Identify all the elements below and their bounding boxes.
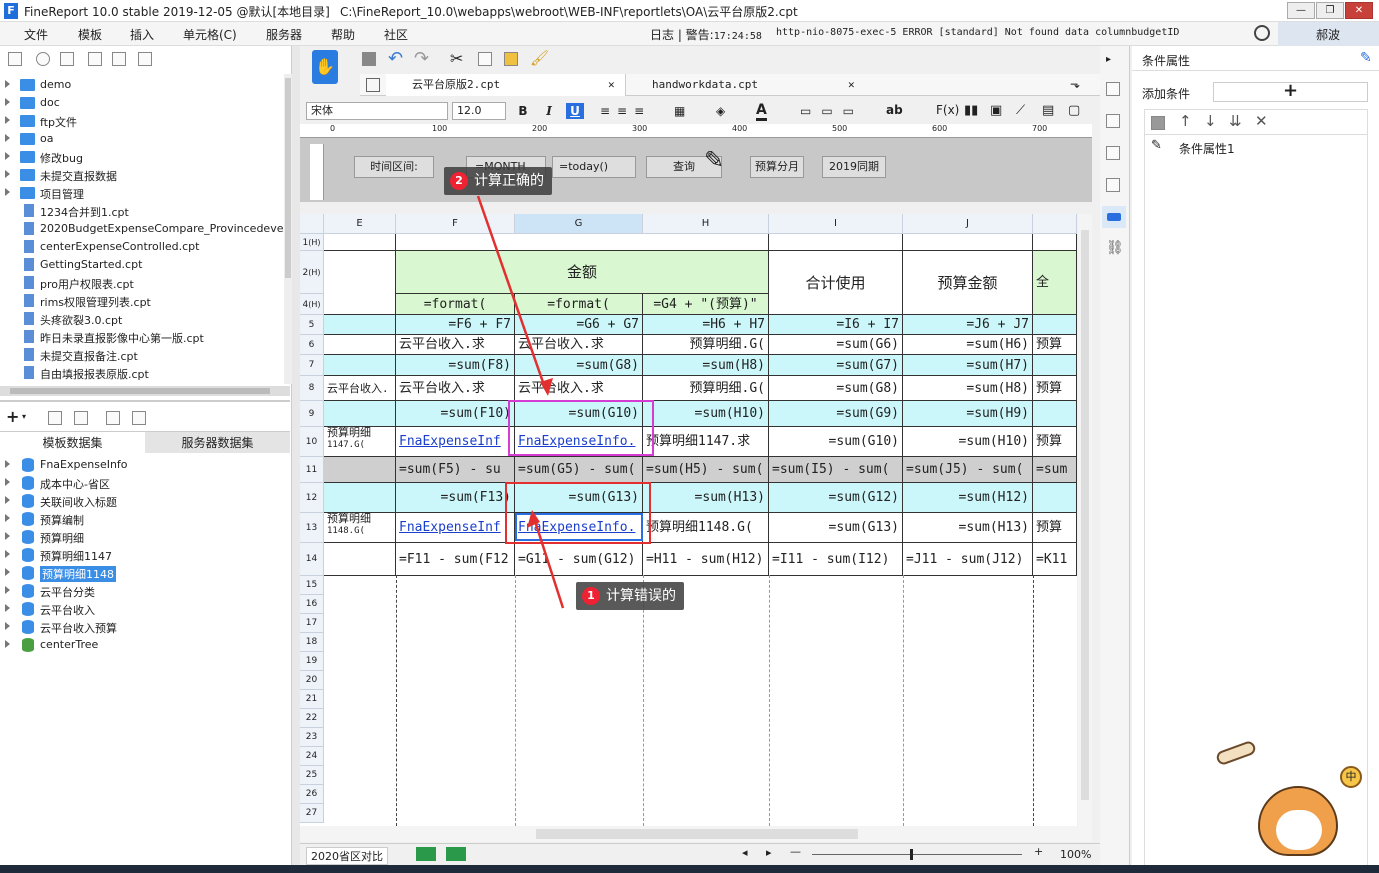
zoom-handle[interactable] — [910, 849, 913, 860]
remove-condition-icon[interactable]: ✕ — [1255, 112, 1268, 130]
arrow-line-wrong — [532, 517, 565, 609]
zoom-in-icon[interactable]: + — [1034, 845, 1043, 858]
cell-attr-icon[interactable] — [1106, 82, 1120, 96]
edit-pen-icon[interactable]: ✎ — [1360, 50, 1372, 66]
sticker-badge: 中 — [1340, 766, 1362, 788]
condition-edit-icon: ✎ — [1151, 138, 1162, 153]
os-taskbar — [0, 865, 1379, 873]
zoom-level: 100% — [1060, 848, 1092, 861]
zoom-slider[interactable] — [812, 854, 1022, 855]
copy-condition-icon[interactable] — [1151, 116, 1165, 130]
move-up-icon[interactable]: ↑ — [1179, 112, 1192, 130]
link-icon[interactable]: ⛓ — [1106, 240, 1124, 256]
add-condition-button[interactable]: + — [1213, 82, 1368, 102]
condition-panel: 条件属性 ✎ 添加条件 + ↑ ↓ ⇊ ✕ ✎ 条件属性1 中 — [1132, 46, 1379, 873]
style-icon[interactable] — [1106, 146, 1120, 160]
move-bottom-icon[interactable]: ⇊ — [1229, 112, 1242, 130]
arrow-line-correct — [476, 195, 547, 389]
add-sheet-icon[interactable] — [416, 847, 436, 861]
page-left-icon[interactable]: ◂ — [742, 846, 748, 859]
panel-title: 条件属性 — [1142, 54, 1191, 68]
add-poly-sheet-icon[interactable] — [446, 847, 466, 861]
page-right-icon[interactable]: ▸ — [766, 846, 772, 859]
annotation-correct: 2 计算正确的 — [444, 167, 552, 195]
collapse-icon[interactable]: ▸ — [1106, 54, 1111, 65]
condition-attr-tab[interactable] — [1102, 206, 1126, 228]
widget-icon[interactable] — [1106, 114, 1120, 128]
annotation-wrong: 1 计算错误的 — [576, 582, 684, 610]
arrow-head-wrong — [527, 510, 540, 528]
condition-item[interactable]: ✎ 条件属性1 — [1145, 136, 1367, 158]
dropdown-icon[interactable] — [1106, 178, 1120, 192]
status-bar: 2020省区对比 ◂ ▸ — + 100% — [300, 843, 1100, 865]
corgi-sticker: 中 — [1214, 739, 1364, 871]
sheet-tab[interactable]: 2020省区对比 — [306, 847, 388, 865]
move-down-icon[interactable]: ↓ — [1204, 112, 1217, 130]
add-condition-label: 添加条件 — [1142, 87, 1191, 101]
zoom-out-icon[interactable]: — — [790, 845, 801, 858]
right-icon-strip: ▸ ⛓ — [1100, 46, 1130, 873]
